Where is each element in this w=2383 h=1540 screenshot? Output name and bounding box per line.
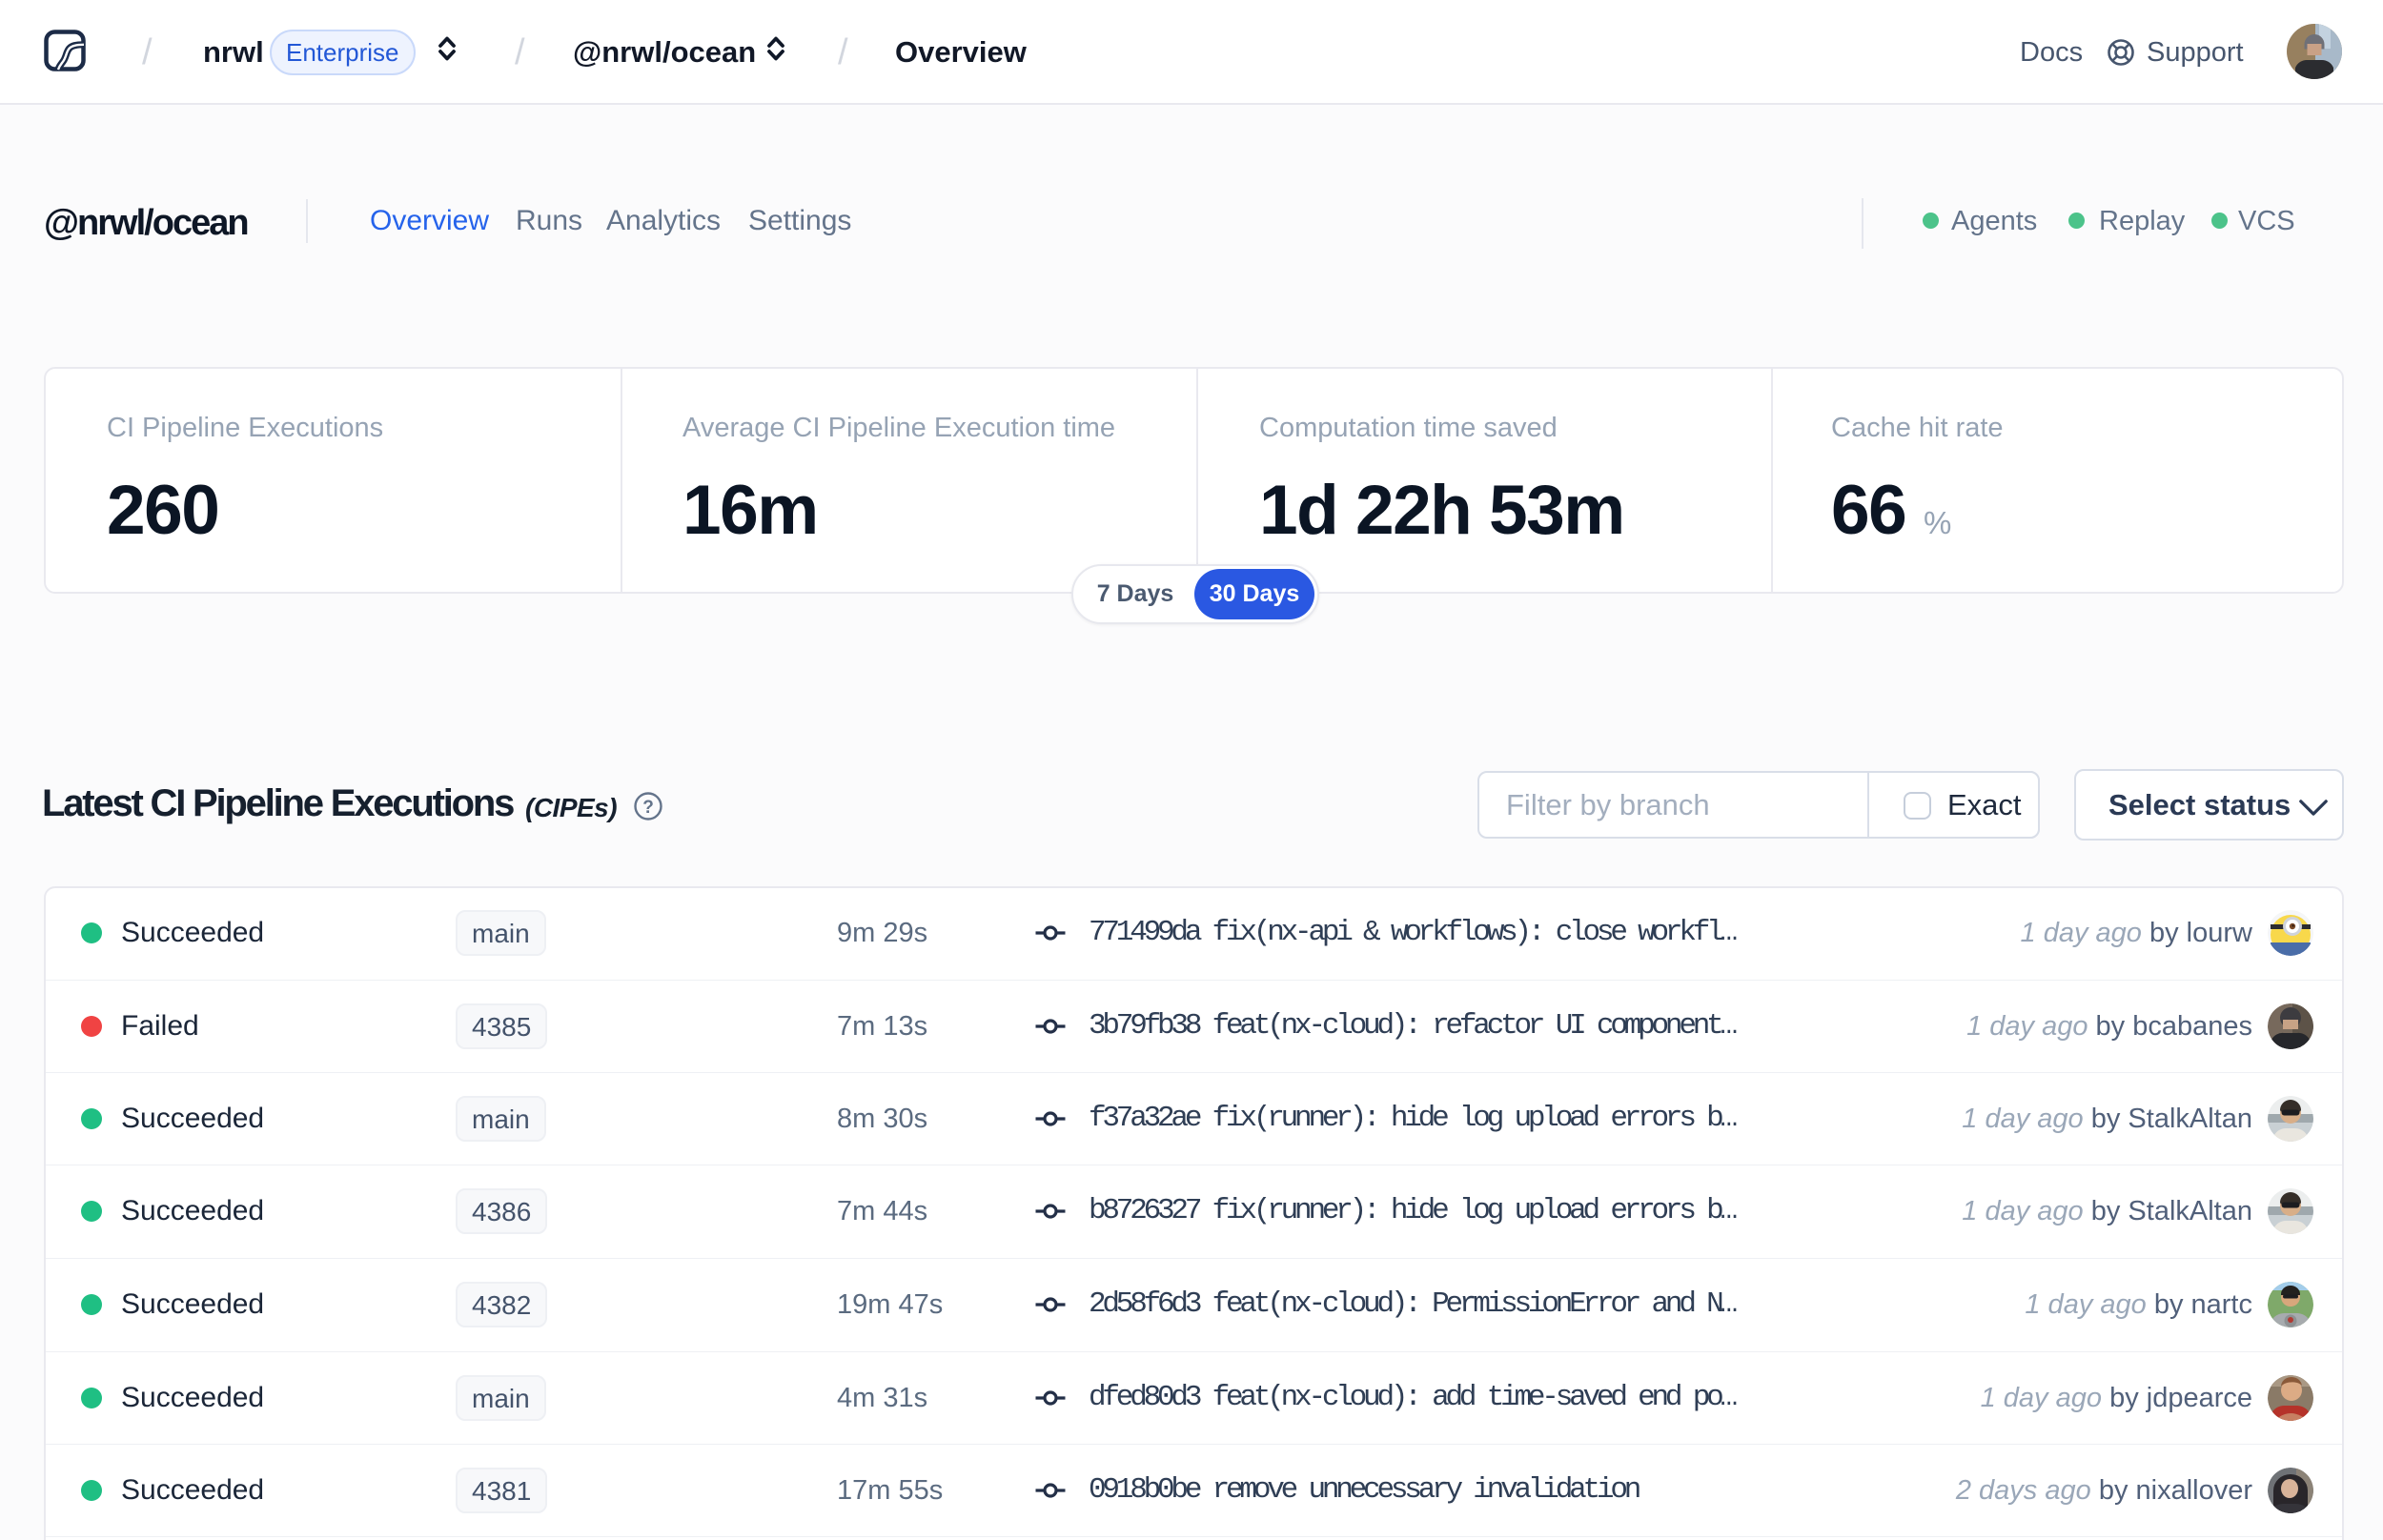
- svg-text:?: ?: [642, 798, 654, 818]
